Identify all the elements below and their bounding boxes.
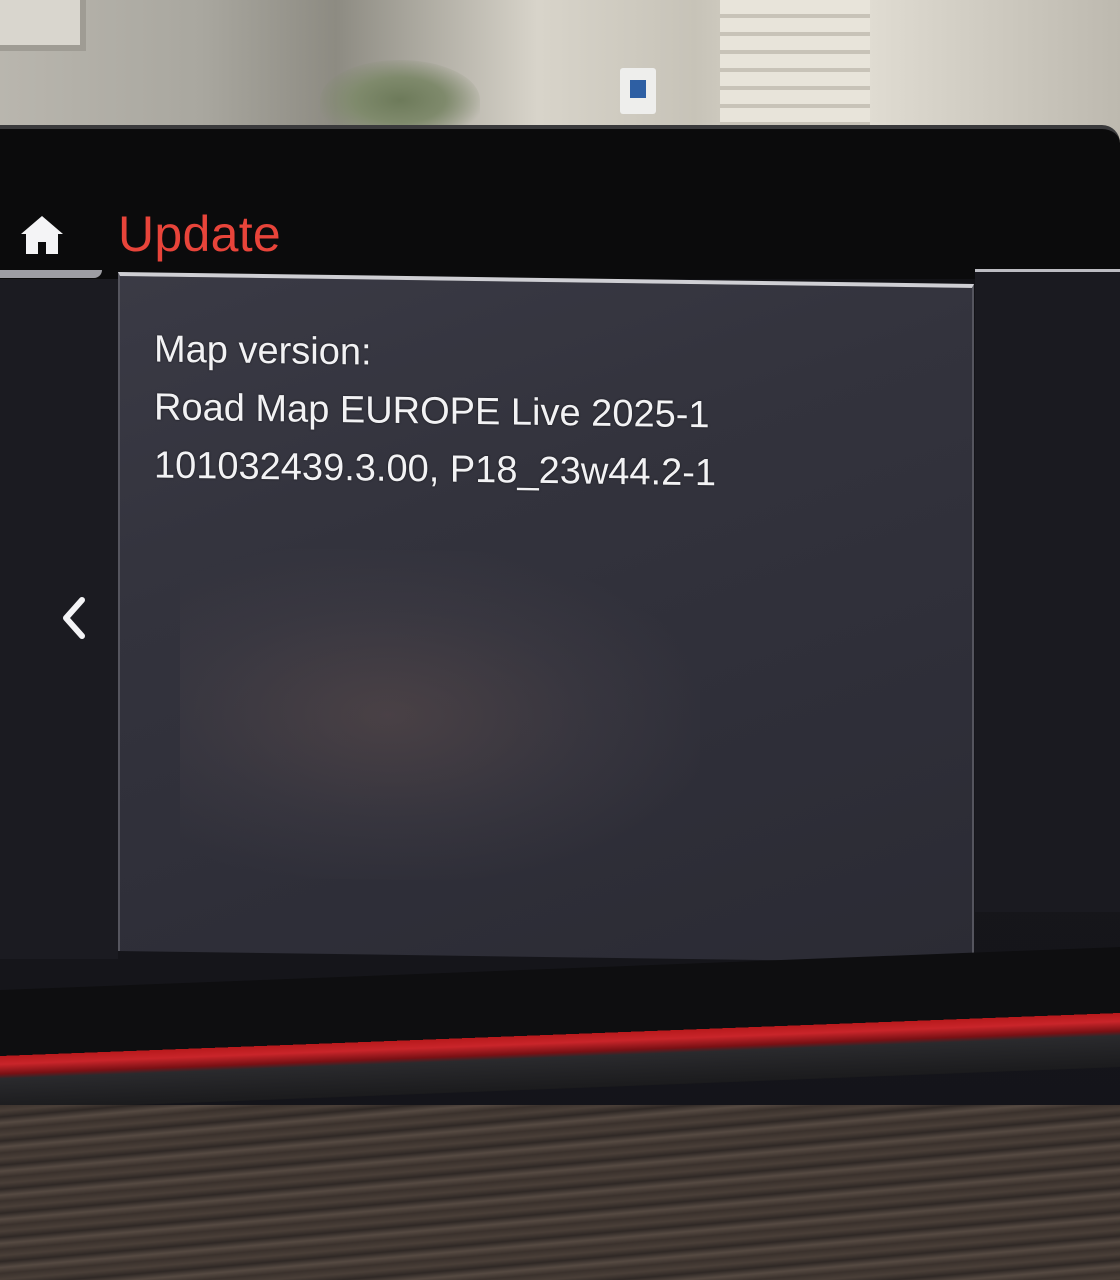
home-button[interactable] <box>14 209 70 261</box>
photo-scene: Update Map version: Road Map EUROPE Live… <box>0 0 1120 1280</box>
active-tab-indicator <box>0 270 102 278</box>
back-button[interactable] <box>48 593 98 643</box>
left-navigation-panel <box>0 279 118 959</box>
page-title: Update <box>118 206 282 262</box>
map-version-label: Map version: <box>154 328 372 374</box>
wood-trim <box>0 1105 1120 1280</box>
map-version-panel: Map version: Road Map EUROPE Live 2025-1… <box>118 272 974 963</box>
background-sign <box>620 68 656 114</box>
home-icon <box>21 216 63 254</box>
right-side-panel <box>975 269 1120 912</box>
background-window <box>0 0 86 51</box>
map-name: Road Map EUROPE Live 2025-1 <box>154 386 710 437</box>
screen-reflection <box>180 546 700 885</box>
map-version-code: 101032439.3.00, P18_23w44.2-1 <box>154 444 717 495</box>
map-version-info: Map version: Road Map EUROPE Live 2025-1… <box>154 321 716 503</box>
header-bar: Update <box>0 199 1120 279</box>
chevron-left-icon <box>63 597 85 639</box>
